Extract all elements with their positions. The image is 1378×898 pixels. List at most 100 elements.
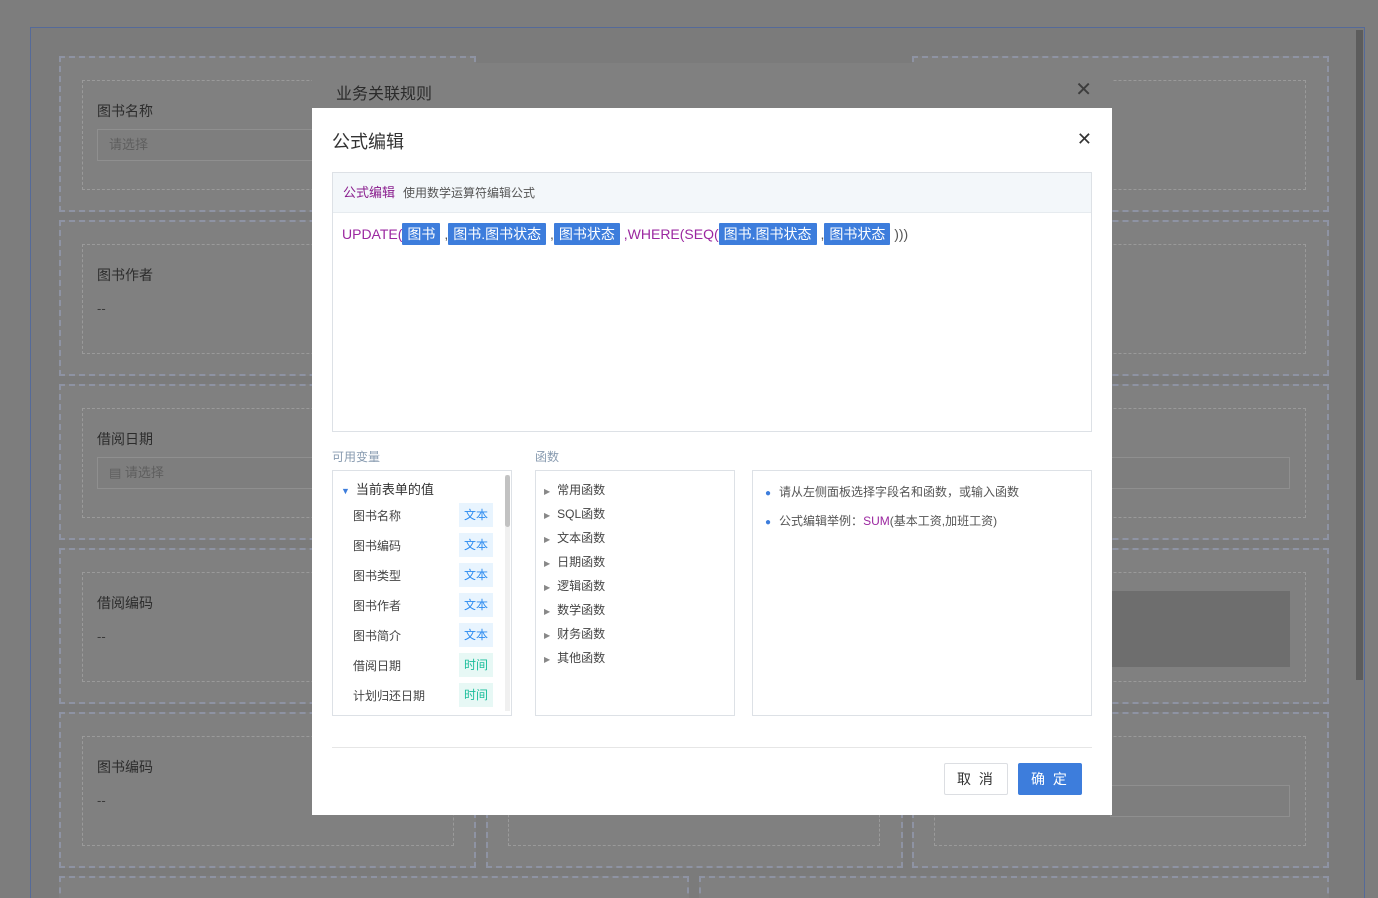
function-category[interactable]: ▶ 文本函数 — [544, 529, 605, 546]
page-scrollbar[interactable] — [1356, 30, 1363, 680]
formula-token[interactable]: 图书.图书状态 — [448, 223, 547, 245]
bg-select-input[interactable]: 请选择 — [97, 129, 337, 161]
function-category-label: 数学函数 — [557, 603, 606, 617]
functions-panel: ▶ 常用函数 ▶ SQL函数 ▶ 文本函数 ▶ 日期函数 ▶ 逻辑函数 ▶ 数学函数 ▶ 财务… — [535, 470, 735, 716]
bg-textarea[interactable] — [1110, 591, 1290, 667]
bg-field-value: -- — [97, 301, 106, 316]
outer-dialog-title: 业务关联规则 — [336, 86, 433, 103]
variable-name: 图书编码 — [353, 539, 402, 553]
function-category[interactable]: ▶ 财务函数 — [544, 625, 605, 642]
caret-right-icon: ▶ — [544, 511, 551, 520]
variable-item[interactable]: 借阅日期 时间 — [353, 653, 493, 677]
caret-right-icon: ▶ — [544, 607, 551, 616]
variable-name: 图书名称 — [353, 509, 402, 523]
variable-item[interactable]: 图书作者 文本 — [353, 593, 493, 617]
function-category-label: 常用函数 — [557, 483, 606, 497]
variable-name: 图书作者 — [353, 599, 402, 613]
help-example-function: SUM — [863, 514, 890, 528]
function-category-label: 财务函数 — [557, 627, 606, 641]
close-icon[interactable]: ✕ — [1077, 130, 1092, 148]
bg-card — [59, 876, 689, 898]
bg-field-label: 图书名称 — [97, 103, 153, 119]
caret-right-icon: ▶ — [544, 535, 551, 544]
bg-input[interactable] — [1110, 785, 1290, 817]
function-category-label: 文本函数 — [557, 531, 606, 545]
bg-field-label: 图书作者 — [97, 267, 153, 283]
editor-hint: 使用数学运算符编辑公式 — [403, 186, 536, 200]
formula-token[interactable]: 图书 — [402, 223, 441, 245]
editor-tag: 公式编辑 — [343, 185, 396, 200]
close-icon[interactable]: ✕ — [1075, 77, 1092, 102]
formula-close: ))) — [894, 226, 909, 242]
caret-down-icon: ▼ — [341, 486, 350, 496]
cancel-button[interactable]: 取 消 — [944, 763, 1008, 795]
variable-group[interactable]: ▼ 当前表单的值 — [341, 479, 434, 498]
function-category[interactable]: ▶ 逻辑函数 — [544, 577, 605, 594]
function-category-label: 其他函数 — [557, 651, 606, 665]
formula-editor[interactable]: 公式编辑 使用数学运算符编辑公式 UPDATE(图书 , 图书.图书状态 , 图书状态… — [332, 172, 1092, 432]
help-text: 公式编辑举例： — [779, 514, 864, 528]
formula-function: UPDATE( — [342, 226, 403, 242]
functions-label: 函数 — [535, 450, 560, 464]
variable-name: 借阅日期 — [353, 659, 402, 673]
function-category[interactable]: ▶ 常用函数 — [544, 481, 605, 498]
caret-right-icon: ▶ — [544, 559, 551, 568]
type-badge: 文本 — [459, 563, 493, 587]
variable-name: 计划归还日期 — [353, 689, 426, 703]
help-text: 请从左侧面板选择字段名和函数，或输入函数 — [779, 485, 1020, 499]
formula-input[interactable]: UPDATE(图书 , 图书.图书状态 , 图书状态 ,WHERE(SEQ(图书.图… — [333, 213, 1091, 255]
type-badge: 时间 — [459, 683, 493, 707]
bullet-icon: ● — [765, 488, 772, 499]
help-item: ● 公式编辑举例：SUM(基本工资,加班工资) — [765, 512, 997, 529]
formula-token[interactable]: 图书状态 — [824, 223, 891, 245]
help-item: ● 请从左侧面板选择字段名和函数，或输入函数 — [765, 483, 1019, 500]
variable-item[interactable]: 图书编码 文本 — [353, 533, 493, 557]
calendar-icon: ▤ — [109, 465, 125, 480]
type-badge: 文本 — [459, 623, 493, 647]
bg-field-label: 借阅日期 — [97, 431, 153, 447]
variables-scrollbar-thumb[interactable] — [505, 475, 510, 527]
variables-panel: ▼ 当前表单的值 图书名称 文本 图书编码 文本 图书类型 文本 图书作者 文本 图书简介… — [332, 470, 512, 716]
function-category[interactable]: ▶ 数学函数 — [544, 601, 605, 618]
variables-label: 可用变量 — [332, 450, 381, 464]
formula-modal: 公式编辑 ✕ 公式编辑 使用数学运算符编辑公式 UPDATE(图书 , 图书.图书状… — [312, 108, 1112, 815]
type-badge: 文本 — [459, 533, 493, 557]
editor-header: 公式编辑 使用数学运算符编辑公式 — [333, 173, 1091, 213]
bg-date-placeholder: 请选择 — [124, 465, 164, 480]
variable-group-label: 当前表单的值 — [355, 482, 434, 497]
function-category[interactable]: ▶ 其他函数 — [544, 649, 605, 666]
formula-token[interactable]: 图书状态 — [553, 223, 620, 245]
help-panel: ● 请从左侧面板选择字段名和函数，或输入函数 ● 公式编辑举例：SUM(基本工资,加… — [752, 470, 1092, 716]
function-category[interactable]: ▶ 日期函数 — [544, 553, 605, 570]
bg-date-input[interactable]: ▤ 请选择 — [97, 457, 337, 489]
type-badge: 文本 — [459, 593, 493, 617]
variable-item[interactable]: 图书名称 文本 — [353, 503, 493, 527]
help-example-args: (基本工资,加班工资) — [889, 514, 998, 528]
confirm-button[interactable]: 确 定 — [1018, 763, 1082, 795]
type-badge: 文本 — [459, 503, 493, 527]
modal-title: 公式编辑 — [332, 132, 404, 152]
variable-item[interactable]: 计划归还日期 时间 — [353, 683, 493, 707]
variable-name: 图书简介 — [353, 629, 402, 643]
variable-item[interactable]: 图书类型 文本 — [353, 563, 493, 587]
bg-field-value: -- — [97, 629, 106, 644]
caret-right-icon: ▶ — [544, 631, 551, 640]
bg-field-label: 借阅编码 — [97, 595, 153, 611]
caret-right-icon: ▶ — [544, 655, 551, 664]
function-category[interactable]: ▶ SQL函数 — [544, 505, 605, 522]
function-category-label: SQL函数 — [557, 507, 606, 521]
function-category-label: 逻辑函数 — [557, 579, 606, 593]
variable-name: 图书类型 — [353, 569, 402, 583]
formula-token[interactable]: 图书.图书状态 — [718, 223, 817, 245]
formula-function: ,WHERE(SEQ( — [623, 226, 719, 242]
type-badge: 时间 — [459, 653, 493, 677]
bg-field-value: -- — [97, 793, 106, 808]
caret-right-icon: ▶ — [544, 487, 551, 496]
footer-divider — [332, 747, 1092, 748]
variable-item[interactable]: 图书简介 文本 — [353, 623, 493, 647]
bg-card — [699, 876, 1329, 898]
function-category-label: 日期函数 — [557, 555, 606, 569]
bullet-icon: ● — [765, 517, 772, 528]
bg-input[interactable] — [1110, 457, 1290, 489]
caret-right-icon: ▶ — [544, 583, 551, 592]
